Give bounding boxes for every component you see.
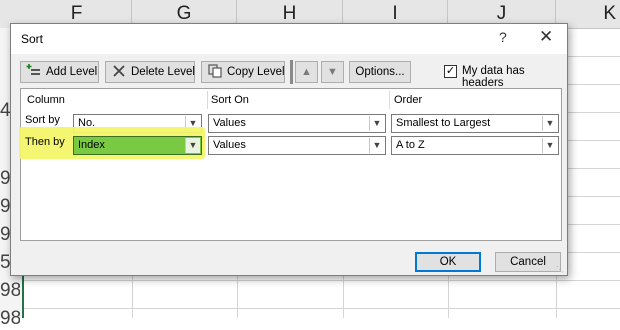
move-down-button[interactable]: ▼ [321,61,344,83]
ok-button[interactable]: OK [415,252,481,272]
then-by-label: Then by [25,136,65,148]
sort-by-order-dropdown[interactable]: Smallest to Largest ▼ [391,114,559,133]
toolbar-separator [290,60,293,84]
then-by-order-dropdown[interactable]: A to Z ▼ [391,136,559,155]
delete-level-label: Delete Level [131,66,195,78]
add-level-button[interactable]: Add Level [20,61,99,83]
copy-level-label: Copy Level [227,66,285,78]
order-header-label: Order [394,94,423,106]
chevron-down-icon[interactable]: ▼ [542,116,557,131]
then-by-column-dropdown[interactable]: Index ▼ [73,136,202,155]
options-label: Options... [355,66,405,78]
then-by-sort-on-dropdown[interactable]: Values ▼ [208,136,386,155]
grid-line [0,280,620,281]
delete-icon [111,63,127,85]
move-up-button[interactable]: ▲ [295,61,318,83]
dropdown-value: Values [213,139,246,151]
dialog-titlebar[interactable]: Sort ? ✕ [11,24,567,54]
delete-level-button[interactable]: Delete Level [105,61,195,83]
cell-value[interactable]: 98 [0,280,20,302]
dialog-title: Sort [21,32,44,46]
my-data-has-headers-checkbox[interactable]: ✓ [444,65,457,78]
copy-icon [207,63,223,85]
cancel-button[interactable]: Cancel [495,252,561,272]
dropdown-value: Smallest to Largest [396,117,491,129]
copy-level-button[interactable]: Copy Level [201,61,285,83]
dropdown-value: Index [78,139,105,151]
sort-by-sort-on-dropdown[interactable]: Values ▼ [208,114,386,133]
sort-levels-table: Column Sort On Order Sort by No. ▼ Value… [19,88,562,241]
grid-line [0,308,620,309]
dropdown-value: Values [213,117,246,129]
cell-value[interactable]: 98 [0,308,20,330]
help-button[interactable]: ? [499,29,507,45]
move-up-icon: ▲ [301,66,312,78]
close-button[interactable]: ✕ [539,27,553,47]
add-level-icon [26,63,42,85]
resize-grip-icon[interactable]: ⋱ [556,266,564,274]
chevron-down-icon[interactable]: ▼ [185,138,200,153]
chevron-down-icon[interactable]: ▼ [369,116,384,131]
column-header-label: Column [27,94,65,106]
header-separator [389,91,390,109]
add-level-label: Add Level [46,66,98,78]
sort-by-label: Sort by [25,114,60,126]
chevron-down-icon[interactable]: ▼ [542,138,557,153]
header-separator [207,91,208,109]
move-down-icon: ▼ [327,66,338,78]
chevron-down-icon[interactable]: ▼ [369,138,384,153]
dropdown-value: A to Z [396,139,425,151]
options-button[interactable]: Options... [349,61,411,83]
sort-on-header-label: Sort On [211,94,249,106]
my-data-has-headers-label[interactable]: My data has headers [462,65,567,89]
sort-dialog: Sort ? ✕ Add Level Delete Level Copy Lev… [10,23,568,276]
